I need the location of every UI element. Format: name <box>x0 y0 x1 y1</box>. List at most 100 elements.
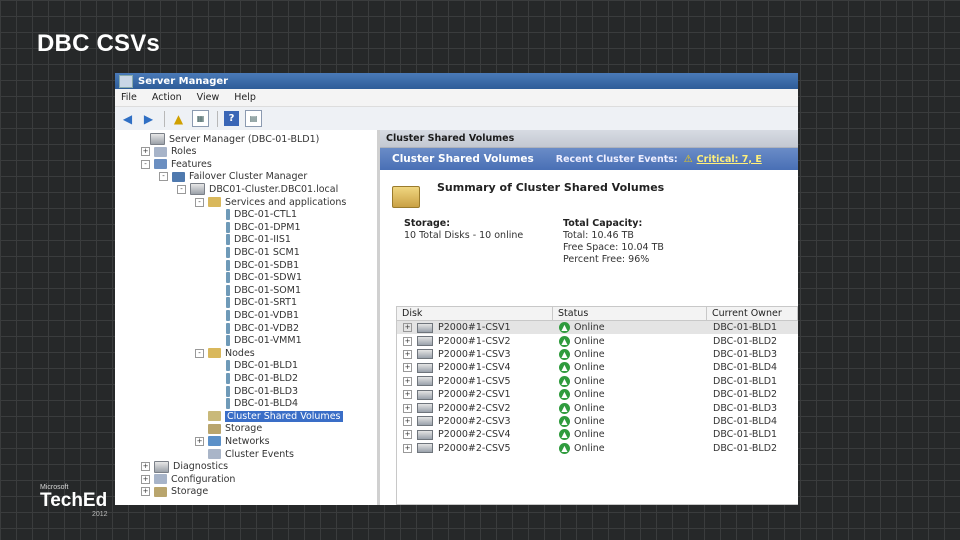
tree-item[interactable]: + Configuration <box>141 473 235 485</box>
expand-icon[interactable]: + <box>195 436 204 446</box>
events-icon <box>208 449 221 459</box>
table-row[interactable]: + P2000#2-CSV1 ▲ Online DBC-01-BLD2 <box>397 388 798 401</box>
status-text: Online <box>574 322 605 334</box>
collapse-icon[interactable]: - <box>195 197 204 207</box>
expand-icon[interactable]: + <box>403 349 412 359</box>
network-icon <box>208 436 221 447</box>
tree-item[interactable]: DBC-01-VDB1 <box>213 309 299 321</box>
expand-icon[interactable]: + <box>403 336 412 346</box>
online-status-icon: ▲ <box>559 389 570 401</box>
properties-icon[interactable]: ▤ <box>245 110 262 127</box>
tree-item[interactable]: DBC-01-SOM1 <box>213 284 301 296</box>
disk-cell: + P2000#2-CSV3 <box>397 416 553 427</box>
tree-item[interactable]: + Diagnostics <box>141 460 228 473</box>
table-row[interactable]: + P2000#1-CSV2 ▲ Online DBC-01-BLD2 <box>397 334 798 347</box>
column-current-owner[interactable]: Current Owner <box>707 307 798 320</box>
column-disk[interactable]: Disk <box>397 307 553 320</box>
expand-icon[interactable]: + <box>403 430 412 440</box>
service-icon <box>226 284 230 296</box>
expand-icon[interactable]: + <box>403 323 412 333</box>
tree-item[interactable]: DBC-01-SDB1 <box>213 259 299 271</box>
capacity-total: Total: 10.46 TB <box>563 230 634 241</box>
expand-icon[interactable]: + <box>403 443 412 453</box>
service-icon <box>226 259 230 271</box>
disk-name: P2000#1-CSV4 <box>438 362 511 374</box>
menu-file[interactable]: File <box>121 92 137 103</box>
tree-item[interactable]: DBC-01-BLD4 <box>213 398 298 410</box>
expand-icon[interactable]: + <box>403 416 412 426</box>
menu-help[interactable]: Help <box>234 92 256 103</box>
status-text: Online <box>574 429 605 441</box>
disk-cell: + P2000#1-CSV4 <box>397 362 553 373</box>
collapse-icon[interactable]: - <box>141 159 150 169</box>
online-status-icon: ▲ <box>559 415 570 427</box>
tree-item[interactable]: Cluster Events <box>195 448 294 460</box>
table-row[interactable]: + P2000#1-CSV3 ▲ Online DBC-01-BLD3 <box>397 348 798 361</box>
table-row[interactable]: + P2000#2-CSV2 ▲ Online DBC-01-BLD3 <box>397 401 798 414</box>
tree-item[interactable]: Cluster Shared Volumes <box>195 410 343 422</box>
tree-item[interactable]: - Nodes <box>195 347 255 359</box>
tree-item[interactable]: + Storage <box>141 486 208 498</box>
table-row[interactable]: + P2000#2-CSV4 ▲ Online DBC-01-BLD1 <box>397 428 798 441</box>
capacity-percent: Percent Free: 96% <box>563 254 650 265</box>
tree-item[interactable]: DBC-01-VMM1 <box>213 335 302 347</box>
disk-icon <box>417 416 433 427</box>
owner-cell: DBC-01-BLD2 <box>707 336 798 347</box>
table-row[interactable]: + P2000#1-CSV1 ▲ Online DBC-01-BLD1 <box>397 321 798 335</box>
table-row[interactable]: + P2000#2-CSV5 ▲ Online DBC-01-BLD2 <box>397 442 798 455</box>
tree-item[interactable]: DBC-01-BLD2 <box>213 372 298 384</box>
expand-icon[interactable]: + <box>141 147 150 157</box>
collapse-icon[interactable]: - <box>159 172 168 182</box>
owner-cell: DBC-01-BLD2 <box>707 389 798 400</box>
tree-item[interactable]: DBC-01-IIS1 <box>213 234 291 246</box>
menu-view[interactable]: View <box>197 92 220 103</box>
menu-action[interactable]: Action <box>152 92 182 103</box>
disk-name: P2000#1-CSV3 <box>438 348 511 360</box>
storage-icon <box>208 423 221 434</box>
owner-cell: DBC-01-BLD3 <box>707 403 798 414</box>
tree-item-label: Nodes <box>225 347 255 359</box>
tree-item[interactable]: DBC-01-VDB2 <box>213 322 299 334</box>
tree-item[interactable]: Storage <box>195 423 262 435</box>
column-status[interactable]: Status <box>553 307 707 320</box>
table-row[interactable]: + P2000#1-CSV5 ▲ Online DBC-01-BLD1 <box>397 375 798 388</box>
tree-item[interactable]: Server Manager (DBC-01-BLD1) <box>137 133 319 145</box>
up-folder-icon[interactable]: ▲ <box>171 111 186 126</box>
tree-item[interactable]: DBC-01-BLD1 <box>213 360 298 372</box>
pane-header: Cluster Shared Volumes <box>380 130 798 148</box>
expand-icon[interactable]: + <box>141 462 150 472</box>
back-arrow-icon[interactable]: ◀ <box>120 111 135 126</box>
tree-item-label: DBC-01-SDW1 <box>234 272 303 284</box>
tree-item[interactable]: DBC-01-BLD3 <box>213 385 298 397</box>
tree-item[interactable]: - DBC01-Cluster.DBC01.local <box>177 183 338 196</box>
table-row[interactable]: + P2000#1-CSV4 ▲ Online DBC-01-BLD4 <box>397 361 798 374</box>
critical-events-link[interactable]: Critical: 7, E <box>697 154 762 165</box>
show-hide-tree-icon[interactable]: ▦ <box>192 110 209 127</box>
expand-icon[interactable]: + <box>403 390 412 400</box>
tree-item[interactable]: - Failover Cluster Manager <box>159 171 307 183</box>
window-titlebar[interactable]: Server Manager <box>115 73 798 89</box>
service-icon <box>226 360 230 372</box>
expand-icon[interactable]: + <box>403 403 412 413</box>
owner-cell: DBC-01-BLD2 <box>707 443 798 454</box>
tree-item[interactable]: + Networks <box>195 435 270 447</box>
tree-item[interactable]: DBC-01-CTL1 <box>213 209 297 221</box>
expand-icon[interactable]: + <box>141 487 150 497</box>
expand-icon[interactable]: + <box>403 376 412 386</box>
expand-icon[interactable]: + <box>141 474 150 484</box>
collapse-icon[interactable]: - <box>195 348 204 358</box>
tree-item[interactable]: - Features <box>141 158 212 170</box>
table-row[interactable]: + P2000#2-CSV3 ▲ Online DBC-01-BLD4 <box>397 415 798 428</box>
collapse-icon[interactable]: - <box>177 184 186 194</box>
help-icon[interactable]: ? <box>224 111 239 126</box>
window-body: Server Manager (DBC-01-BLD1) + Roles - Featu… <box>115 130 798 505</box>
tree-item[interactable]: + Roles <box>141 146 196 158</box>
tree-item[interactable]: DBC-01-SRT1 <box>213 297 297 309</box>
forward-arrow-icon[interactable]: ▶ <box>141 111 156 126</box>
tree-item[interactable]: DBC-01-DPM1 <box>213 221 301 233</box>
tree-item[interactable]: - Services and applications <box>195 196 346 208</box>
tree-item[interactable]: DBC-01 SCM1 <box>213 246 300 258</box>
tree-item[interactable]: DBC-01-SDW1 <box>213 272 302 284</box>
disk-name: P2000#2-CSV1 <box>438 389 511 401</box>
expand-icon[interactable]: + <box>403 363 412 373</box>
